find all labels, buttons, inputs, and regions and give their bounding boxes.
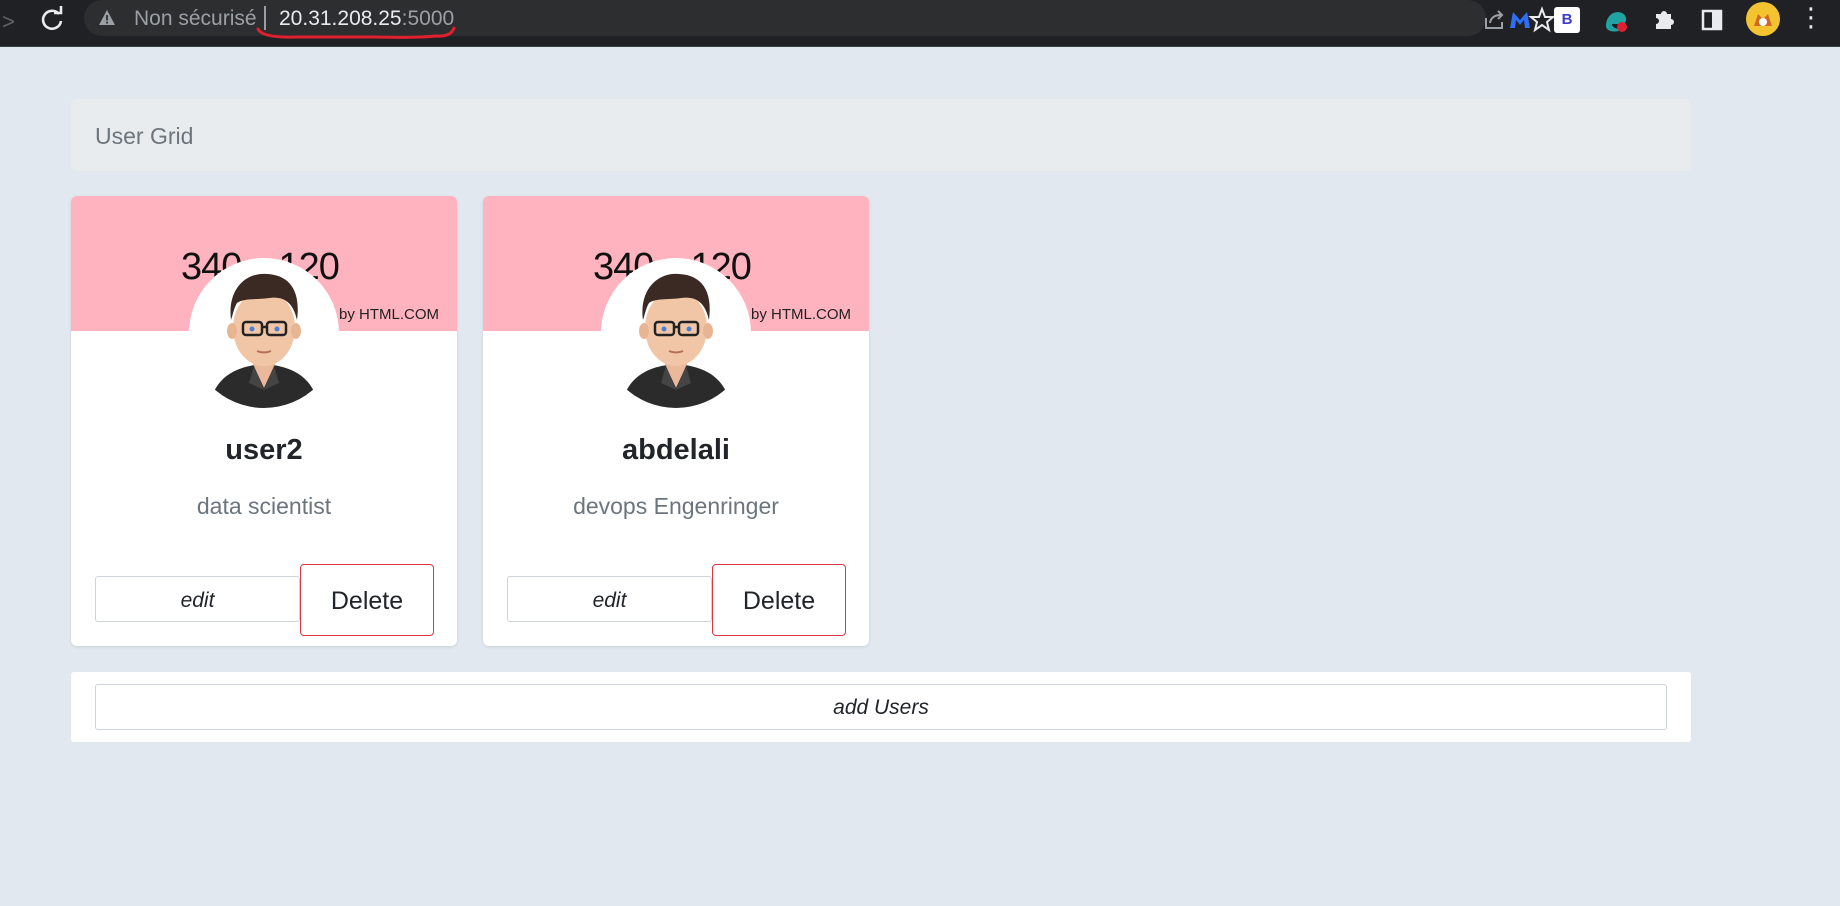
user-name: abdelali	[622, 434, 730, 466]
avatar-illustration-icon	[621, 273, 731, 408]
add-users-button[interactable]: add Users	[95, 684, 1667, 730]
banner-credit-text: by HTML.COM	[339, 306, 440, 323]
security-label[interactable]: Non sécurisé	[134, 7, 257, 31]
avatar-illustration-icon	[209, 273, 319, 408]
malwarebytes-extension-icon[interactable]	[1506, 6, 1534, 34]
warning-icon[interactable]	[98, 9, 116, 27]
avatar	[189, 258, 339, 408]
edit-button[interactable]: edit	[507, 576, 712, 622]
share-icon[interactable]	[1480, 6, 1508, 34]
edge-extension-icon[interactable]	[1602, 6, 1630, 34]
add-users-panel: add Users	[71, 672, 1691, 742]
user-card: 340 x 120 by HTML.COM abdelali devops En…	[483, 196, 869, 646]
delete-button[interactable]: Delete	[300, 564, 434, 636]
forward-icon[interactable]: >	[2, 9, 15, 35]
url-highlight-underline	[256, 26, 456, 39]
user-name: user2	[225, 434, 303, 466]
banner-credit-text: by HTML.COM	[751, 306, 852, 323]
edit-button[interactable]: edit	[95, 576, 300, 622]
b-extension-icon[interactable]: B	[1554, 7, 1580, 33]
browser-toolbar: > Non sécurisé 20.31.208.25:5000 B ⋮	[0, 0, 1840, 47]
side-panel-icon[interactable]	[1698, 6, 1726, 34]
user-grid-header: User Grid	[71, 99, 1691, 171]
page-title: User Grid	[95, 123, 194, 149]
user-job-title: data scientist	[196, 493, 332, 519]
user-card: 340 x 120 by HTML.COM user2 data scienti…	[71, 196, 457, 646]
extensions-puzzle-icon[interactable]	[1650, 6, 1678, 34]
browser-menu-icon[interactable]: ⋮	[1798, 2, 1824, 32]
b-extension-label: B	[1561, 11, 1573, 28]
reload-icon[interactable]	[36, 4, 68, 36]
profile-avatar-icon[interactable]	[1746, 2, 1780, 36]
avatar	[601, 258, 751, 408]
delete-button[interactable]: Delete	[712, 564, 846, 636]
user-job-title: devops Engenringer	[573, 493, 779, 519]
